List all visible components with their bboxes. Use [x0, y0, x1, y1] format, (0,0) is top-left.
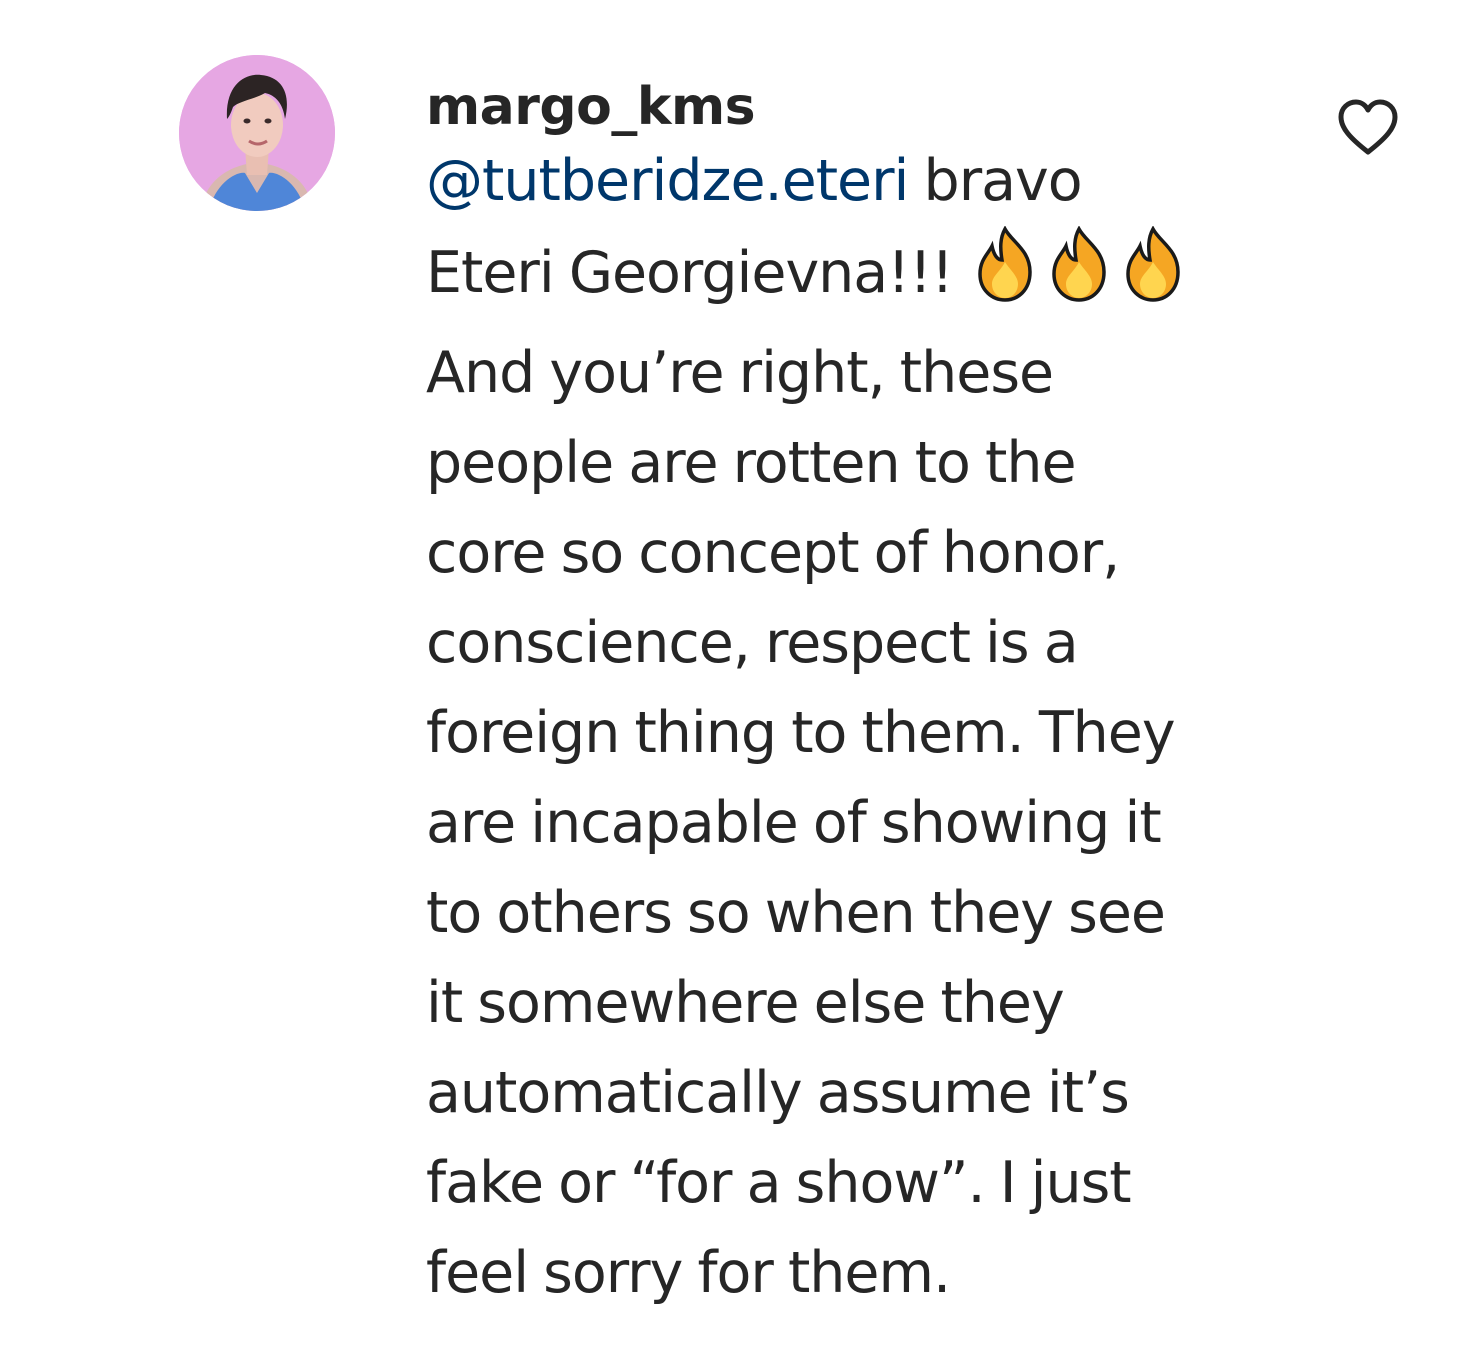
- like-button[interactable]: [1336, 98, 1400, 158]
- comment-text-line: to others so when they see: [426, 880, 1166, 946]
- comment-text-segment: bravo: [908, 148, 1083, 214]
- comment-text-line: fake or “for a show”. I just: [426, 1150, 1132, 1216]
- comment-text-line: feel sorry for them.: [426, 1240, 951, 1306]
- avatar[interactable]: [179, 55, 335, 211]
- fire-icon: [1126, 226, 1180, 302]
- heart-outline-icon: [1338, 99, 1398, 155]
- comment-content: margo_kms @tutberidze.eteri bravo Eteri …: [426, 70, 1266, 1318]
- comment-text: @tutberidze.eteri bravo Eteri Georgievna…: [426, 136, 1266, 1318]
- fire-icon: [978, 226, 1032, 302]
- comment-item: margo_kms @tutberidze.eteri bravo Eteri …: [0, 0, 1460, 1351]
- comment-text-line: And you’re right, these: [426, 340, 1054, 406]
- comment-text-line: conscience, respect is a: [426, 610, 1079, 676]
- fire-icon: [1052, 226, 1106, 302]
- comment-text-line: automatically assume it’s: [426, 1060, 1130, 1126]
- mention-link[interactable]: @tutberidze.eteri: [426, 148, 909, 214]
- comment-text-line: core so concept of honor,: [426, 520, 1120, 586]
- comment-text-line: foreign thing to them. They: [426, 700, 1176, 766]
- comment-username[interactable]: margo_kms: [426, 70, 1266, 144]
- comment-text-line: people are rotten to the: [426, 430, 1077, 496]
- profile-photo: [179, 55, 335, 211]
- comment-text-line: are incapable of showing it: [426, 790, 1162, 856]
- comment-text-segment: Eteri Georgievna!!!: [426, 240, 968, 306]
- fire-emoji-group: [972, 226, 1194, 328]
- comment-text-line: it somewhere else they: [426, 970, 1065, 1036]
